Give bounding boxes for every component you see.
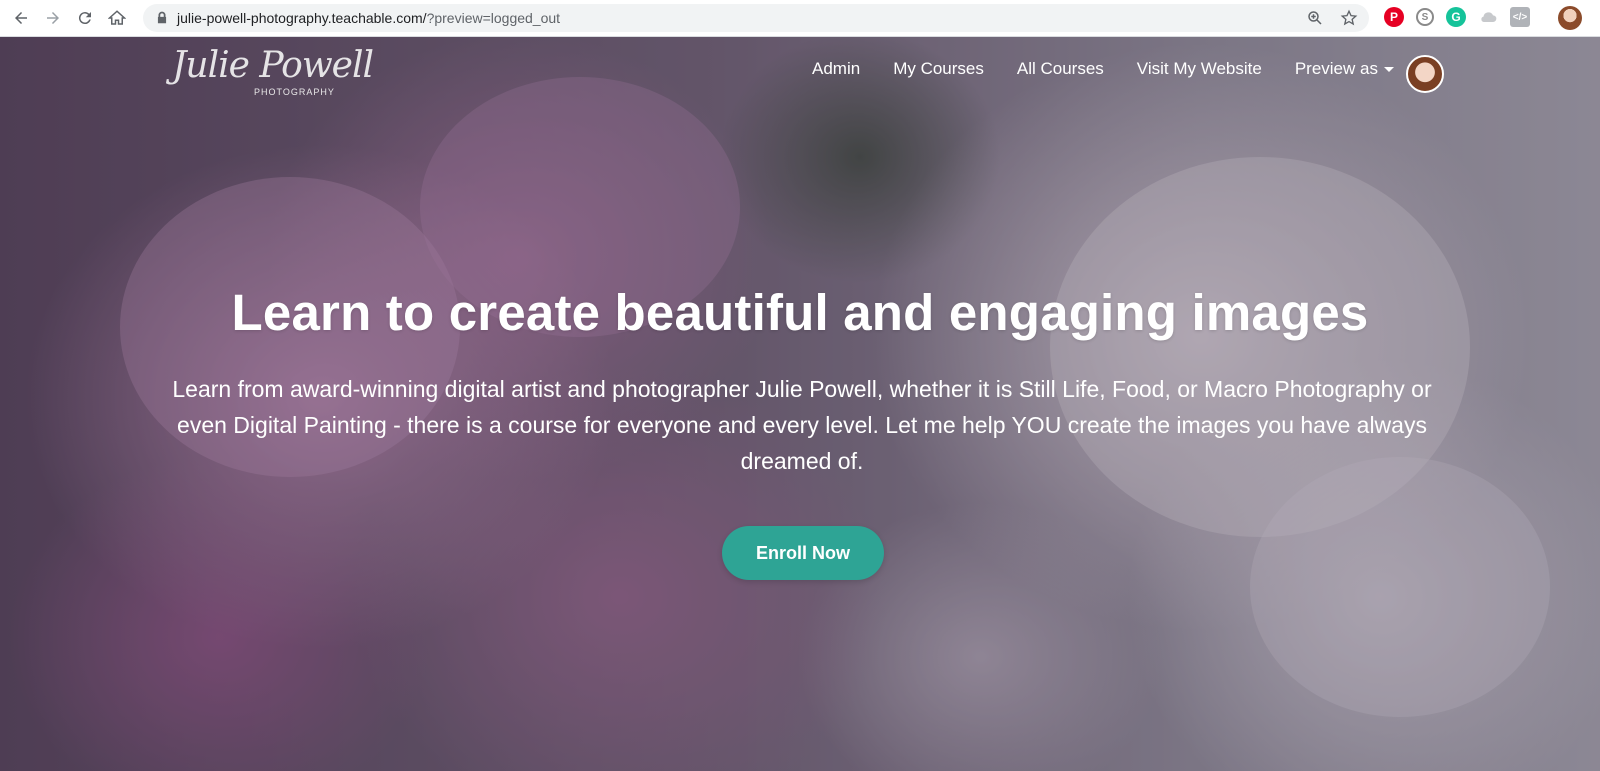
back-icon: [15, 12, 27, 24]
chevron-down-icon: [1383, 67, 1394, 73]
extensions-bar: P S G </>: [1384, 7, 1530, 27]
nav-admin[interactable]: Admin: [812, 59, 860, 79]
grammarly-icon[interactable]: G: [1446, 7, 1466, 27]
hero-subtext: Learn from award-winning digital artist …: [172, 376, 1432, 474]
hero-section: Julie Powell PHOTOGRAPHY Admin My Course…: [0, 37, 1600, 771]
site-logo[interactable]: Julie Powell PHOTOGRAPHY: [172, 43, 374, 103]
site-nav: Admin My Courses All Courses Visit My We…: [812, 59, 1427, 79]
nav-visit-website[interactable]: Visit My Website: [1137, 59, 1262, 79]
browser-toolbar: julie-powell-photography.teachable.com/?…: [0, 0, 1600, 37]
nav-preview-as[interactable]: Preview as: [1295, 59, 1394, 79]
lock-icon: [155, 11, 169, 25]
url-host: julie-powell-photography.teachable.com/: [177, 10, 427, 26]
nav-all-courses[interactable]: All Courses: [1017, 59, 1104, 79]
pinterest-icon[interactable]: P: [1384, 7, 1404, 27]
logo-subtitle: PHOTOGRAPHY: [254, 87, 335, 97]
enroll-now-button[interactable]: Enroll Now: [722, 526, 884, 580]
reload-icon: [78, 12, 91, 25]
hero-headline: Learn to create beautiful and engaging i…: [231, 284, 1369, 341]
url-text: julie-powell-photography.teachable.com/?…: [177, 10, 560, 26]
home-button[interactable]: [106, 7, 128, 29]
cloud-icon[interactable]: [1478, 7, 1498, 27]
forward-button[interactable]: [42, 7, 64, 29]
nav-my-courses[interactable]: My Courses: [893, 59, 984, 79]
forward-icon: [47, 12, 59, 24]
back-button[interactable]: [10, 7, 32, 29]
star-icon[interactable]: [1339, 8, 1359, 28]
url-path: ?preview=logged_out: [426, 10, 561, 26]
address-bar[interactable]: julie-powell-photography.teachable.com/?…: [143, 4, 1369, 32]
zoom-icon[interactable]: [1305, 8, 1325, 28]
user-avatar[interactable]: [1406, 55, 1444, 93]
skype-icon[interactable]: S: [1416, 8, 1434, 26]
logo-script: Julie Powell: [172, 45, 374, 86]
browser-profile-avatar[interactable]: [1558, 6, 1582, 30]
home-icon: [108, 10, 126, 25]
code-icon[interactable]: </>: [1510, 7, 1530, 27]
reload-button[interactable]: [74, 7, 96, 29]
preview-as-label: Preview as: [1294, 59, 1378, 78]
